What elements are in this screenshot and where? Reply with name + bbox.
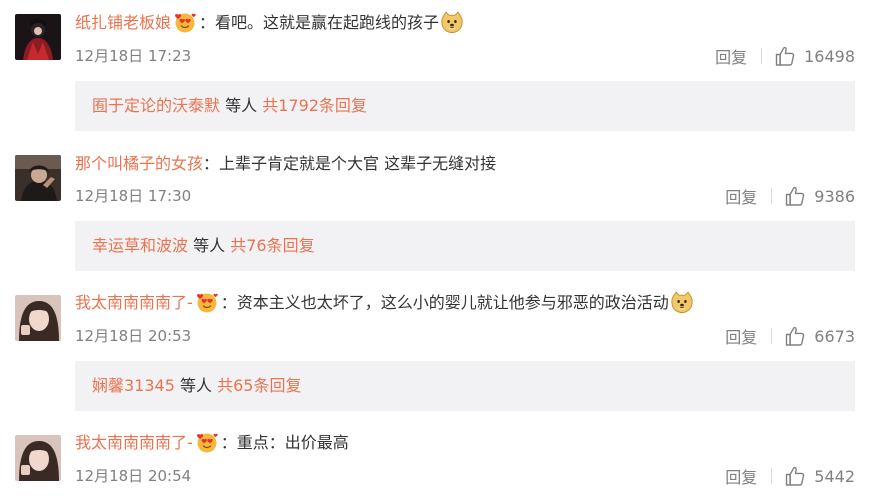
like-button[interactable]: 9386	[784, 185, 855, 207]
comment-line: 我太南南南南了- ：资本主义也太坏了，这么小的婴儿就让他参与邪恶的政治活动	[75, 290, 863, 316]
comment-text: 资本主义也太坏了，这么小的婴儿就让他参与邪恶的政治活动	[236, 293, 669, 312]
reply-count-link[interactable]: 共1792条回复	[262, 96, 367, 115]
comment-actions: 回复 16498	[715, 44, 855, 68]
doge-emoji-icon	[440, 10, 464, 34]
comment-meta: 12月18日 17:30 回复 9386	[75, 184, 855, 208]
colon-separator: ：	[203, 154, 220, 173]
comment-actions: 回复 6673	[725, 324, 855, 348]
like-count: 6673	[814, 326, 855, 346]
reply-preview-user[interactable]: 幸运草和波波	[92, 236, 188, 255]
comment-timestamp: 12月18日 20:53	[75, 327, 192, 345]
heart-eyes-badge-icon[interactable]	[172, 11, 198, 33]
action-divider	[771, 468, 773, 484]
reply-button[interactable]: 回复	[715, 44, 747, 68]
action-divider	[761, 48, 763, 64]
heart-eyes-badge-icon[interactable]	[194, 291, 220, 313]
comment-timestamp: 12月18日 17:30	[75, 187, 192, 205]
comment-username[interactable]: 我太南南南南了-	[75, 293, 193, 312]
thumbs-up-icon	[784, 465, 806, 487]
replies-preview[interactable]: 囿于定论的沃泰默 等人 共1792条回复	[75, 81, 855, 131]
like-button[interactable]: 6673	[784, 325, 855, 347]
comment-feed: 纸扎铺老板娘 ：看吧。这就是赢在起跑线的孩子 12月18日 17:23 回复 16…	[0, 0, 883, 496]
comment-line: 那个叫橘子的女孩：上辈子肯定就是个大官 这辈子无缝对接	[75, 151, 863, 177]
like-button[interactable]: 16498	[774, 45, 855, 67]
colon-separator: ：	[220, 433, 237, 452]
reply-button[interactable]: 回复	[725, 184, 757, 208]
comment-text: 上辈子肯定就是个大官 这辈子无缝对接	[219, 154, 497, 173]
replies-preview[interactable]: 娴馨31345 等人 共65条回复	[75, 361, 855, 411]
reply-preview-user[interactable]: 囿于定论的沃泰默	[92, 96, 220, 115]
comment-text: 重点：出价最高	[236, 433, 349, 452]
reply-count-link[interactable]: 共65条回复	[217, 376, 301, 395]
avatar[interactable]	[15, 155, 61, 201]
action-divider	[771, 188, 773, 204]
like-count: 9386	[814, 186, 855, 206]
comment-text: 看吧。这就是赢在起跑线的孩子	[215, 13, 440, 32]
reply-preview-user[interactable]: 娴馨31345	[92, 376, 175, 395]
comment-username[interactable]: 纸扎铺老板娘	[75, 13, 171, 32]
comment-meta: 12月18日 20:54 回复 5442	[75, 464, 855, 488]
reply-button[interactable]: 回复	[725, 324, 757, 348]
replies-preview[interactable]: 幸运草和波波 等人 共76条回复	[75, 221, 855, 271]
comment-meta: 12月18日 20:53 回复 6673	[75, 324, 855, 348]
thumbs-up-icon	[774, 45, 796, 67]
thumbs-up-icon	[784, 325, 806, 347]
comment-actions: 回复 9386	[725, 184, 855, 208]
heart-eyes-badge-icon[interactable]	[194, 431, 220, 453]
colon-separator: ：	[199, 13, 216, 32]
thumbs-up-icon	[784, 185, 806, 207]
reply-preview-text: 等人	[174, 376, 218, 395]
reply-count-link[interactable]: 共76条回复	[230, 236, 314, 255]
like-count: 5442	[814, 466, 855, 486]
comment-username[interactable]: 那个叫橘子的女孩	[75, 154, 203, 173]
comment-username[interactable]: 我太南南南南了-	[75, 433, 193, 452]
action-divider	[771, 328, 773, 344]
avatar[interactable]	[15, 435, 61, 481]
comment-line: 我太南南南南了- ：重点：出价最高	[75, 430, 863, 456]
doge-emoji-icon	[670, 290, 694, 314]
like-button[interactable]: 5442	[784, 465, 855, 487]
reply-preview-text: 等人	[188, 236, 231, 255]
comment-timestamp: 12月18日 17:23	[75, 47, 192, 65]
comment-line: 纸扎铺老板娘 ：看吧。这就是赢在起跑线的孩子	[75, 10, 863, 36]
comment-timestamp: 12月18日 20:54	[75, 467, 192, 485]
comment-actions: 回复 5442	[725, 464, 855, 488]
reply-button[interactable]: 回复	[725, 464, 757, 488]
comment-meta: 12月18日 17:23 回复 16498	[75, 44, 855, 68]
like-count: 16498	[804, 46, 855, 66]
avatar[interactable]	[15, 295, 61, 341]
reply-preview-text: 等人	[220, 96, 263, 115]
avatar[interactable]	[15, 14, 61, 60]
colon-separator: ：	[220, 293, 237, 312]
